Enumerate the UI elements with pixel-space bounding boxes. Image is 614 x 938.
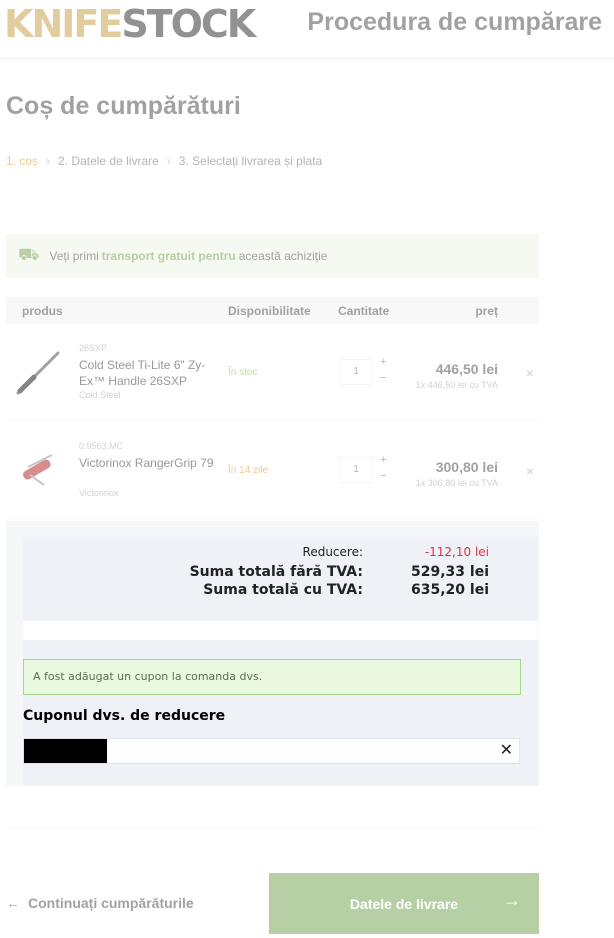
total-gross-label: Suma totală cu TVA: — [203, 582, 363, 598]
panel-separator — [23, 621, 538, 640]
coupon-title: Cuponul dvs. de reducere — [23, 708, 226, 724]
order-summary-panel: Reducere: -112,10 lei Suma totală fără T… — [23, 537, 538, 786]
page-veil — [0, 0, 614, 938]
discount-value: -112,10 lei — [424, 545, 489, 559]
total-net-value: 529,33 lei — [411, 564, 489, 580]
redacted-coupon-code — [24, 739, 107, 763]
total-net-label: Suma totală fără TVA: — [189, 564, 363, 580]
coupon-added-alert: A fost adăugat un cupon la comanda dvs. — [23, 659, 521, 695]
coupon-code-field[interactable]: ✕ — [23, 738, 520, 764]
total-gross-value: 635,20 lei — [411, 582, 489, 598]
discount-label: Reducere: — [302, 545, 363, 559]
close-icon[interactable]: ✕ — [500, 741, 513, 761]
